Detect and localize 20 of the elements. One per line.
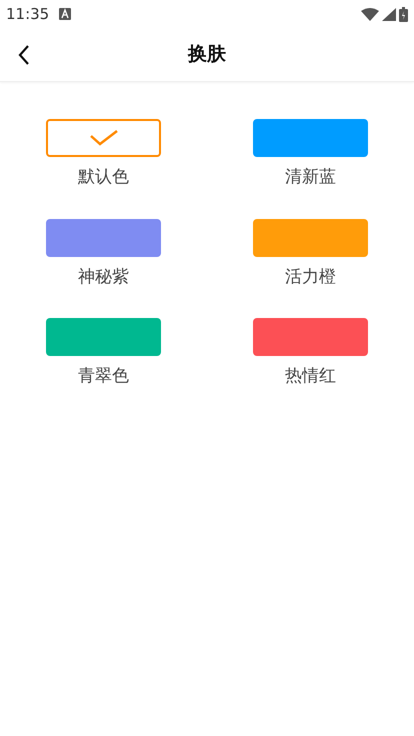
battery-icon: [399, 6, 408, 22]
theme-label: 活力橙: [285, 266, 336, 288]
theme-label: 默认色: [78, 166, 129, 189]
theme-swatch[interactable]: [253, 218, 368, 256]
theme-label: 神秘紫: [78, 266, 129, 288]
status-time: 11:35: [6, 4, 50, 25]
theme-swatch[interactable]: [46, 318, 161, 356]
theme-swatch[interactable]: [46, 218, 161, 256]
wifi-icon: [361, 8, 379, 20]
theme-label: 青翠色: [78, 365, 129, 388]
keyboard-icon: [59, 8, 72, 20]
theme-swatch[interactable]: [253, 318, 368, 356]
theme-label: 热情红: [285, 365, 336, 388]
theme-swatch[interactable]: [253, 119, 368, 157]
page-title: 换肤: [188, 42, 226, 68]
check-icon: [88, 129, 118, 147]
theme-label: 清新蓝: [285, 166, 336, 189]
back-icon[interactable]: [18, 44, 30, 64]
signal-icon: [382, 8, 396, 20]
theme-swatch[interactable]: [46, 119, 161, 157]
